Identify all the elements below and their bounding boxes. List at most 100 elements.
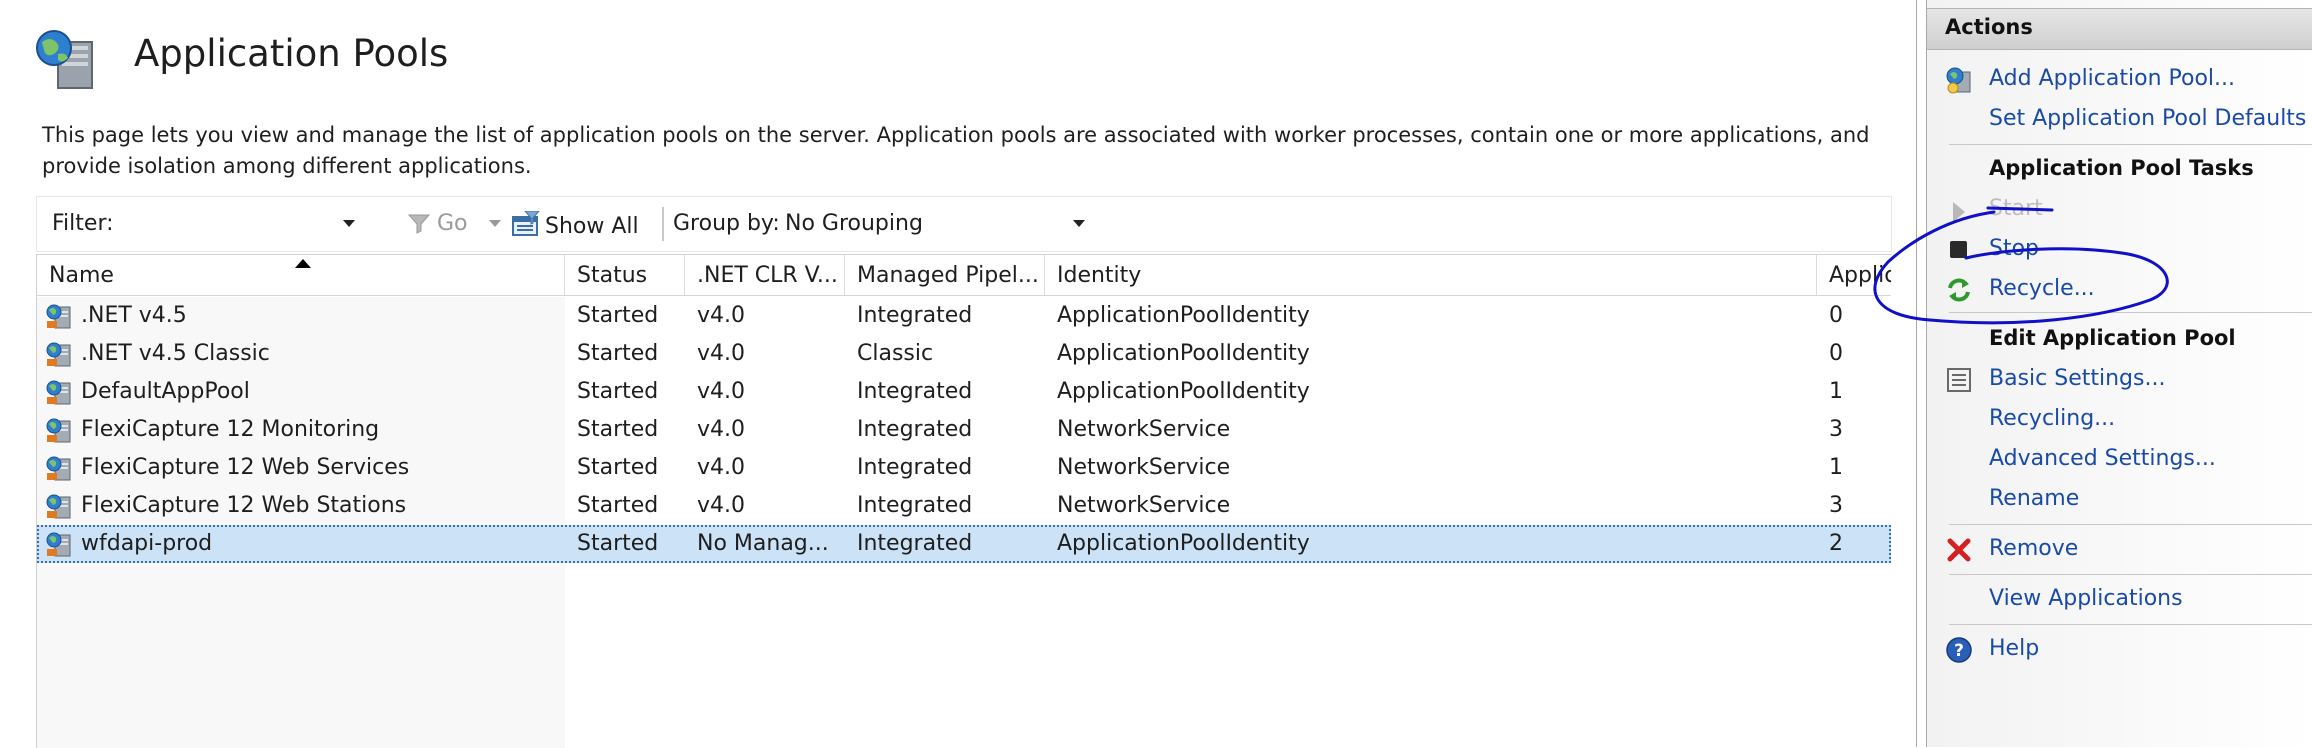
add-application-pool-link[interactable]: Add Application Pool... <box>1989 66 2235 91</box>
list-header: Name Status .NET CLR V... Managed Pipel.… <box>37 255 1891 296</box>
pipeline-cell: Integrated <box>857 417 973 442</box>
rename-link[interactable]: Rename <box>1989 486 2079 511</box>
page-title: Application Pools <box>134 32 449 75</box>
pool-icon <box>46 304 71 329</box>
identity-cell: ApplicationPoolIdentity <box>1057 531 1310 556</box>
pipeline-cell: Integrated <box>857 531 973 556</box>
actions-panel: Actions Add Application Pool... Set Appl… <box>1926 0 2312 747</box>
toolbar-separator <box>662 207 664 241</box>
identity-cell: NetworkService <box>1057 417 1231 442</box>
page-description: This page lets you view and manage the l… <box>42 123 1870 178</box>
clr-version-cell: v4.0 <box>697 455 746 480</box>
go-button[interactable]: Go <box>407 211 468 236</box>
applications-cell: 0 <box>1829 341 1843 366</box>
group-by-dropdown-arrow[interactable] <box>1073 220 1085 227</box>
table-row[interactable]: DefaultAppPool Started v4.0 Integrated A… <box>37 373 1891 411</box>
applications-cell: 3 <box>1829 493 1843 518</box>
remove-icon <box>1947 538 1971 562</box>
identity-cell: ApplicationPoolIdentity <box>1057 303 1310 328</box>
column-header-pipeline[interactable]: Managed Pipel... <box>845 255 1045 295</box>
help-icon: ? <box>1946 637 1972 663</box>
separator <box>1949 312 2312 313</box>
pool-name-cell: FlexiCapture 12 Web Services <box>37 449 565 487</box>
remove-link[interactable]: Remove <box>1989 536 2078 561</box>
filter-label: Filter: <box>52 211 114 236</box>
clr-version-cell: v4.0 <box>697 341 746 366</box>
application-pools-list: Name Status .NET CLR V... Managed Pipel.… <box>36 254 1891 748</box>
svg-text:?: ? <box>1954 641 1964 661</box>
identity-cell: ApplicationPoolIdentity <box>1057 379 1310 404</box>
status-cell: Started <box>577 455 659 480</box>
group-by-label: Group by: <box>673 211 780 236</box>
application-pools-icon <box>36 30 93 89</box>
clr-version-cell: v4.0 <box>697 493 746 518</box>
actions-title: Actions <box>1945 15 2033 39</box>
stop-link[interactable]: Stop <box>1989 236 2039 261</box>
column-header-identity[interactable]: Identity <box>1045 255 1817 295</box>
pool-name-cell: wfdapi-prod <box>37 525 565 563</box>
go-label: Go <box>437 211 468 236</box>
clr-version-cell: v4.0 <box>697 303 746 328</box>
recycling-link[interactable]: Recycling... <box>1989 406 2115 431</box>
pool-icon <box>46 418 71 443</box>
group-by-select[interactable]: No Grouping <box>785 211 1085 236</box>
separator <box>1949 144 2312 145</box>
table-row[interactable]: FlexiCapture 12 Web Stations Started v4.… <box>37 487 1891 525</box>
clr-version-cell: v4.0 <box>697 379 746 404</box>
add-pool-icon <box>1946 67 1971 94</box>
basic-settings-link[interactable]: Basic Settings... <box>1989 366 2165 391</box>
pipeline-cell: Integrated <box>857 455 973 480</box>
clr-version-cell: v4.0 <box>697 417 746 442</box>
recycle-icon <box>1948 278 1970 302</box>
pool-icon <box>46 532 71 557</box>
show-all-button[interactable]: Show All <box>511 210 639 239</box>
filter-input[interactable] <box>149 205 393 243</box>
table-row[interactable]: FlexiCapture 12 Monitoring Started v4.0 … <box>37 411 1891 449</box>
start-icon <box>1953 202 1965 222</box>
basic-settings-icon <box>1947 368 1971 392</box>
pool-icon <box>46 342 71 367</box>
applications-cell: 0 <box>1829 303 1843 328</box>
pipeline-cell: Integrated <box>857 303 973 328</box>
status-cell: Started <box>577 379 659 404</box>
applications-cell: 1 <box>1829 379 1843 404</box>
identity-cell: NetworkService <box>1057 455 1231 480</box>
identity-cell: ApplicationPoolIdentity <box>1057 341 1310 366</box>
column-header-status[interactable]: Status <box>565 255 685 295</box>
view-applications-link[interactable]: View Applications <box>1989 586 2183 611</box>
help-link[interactable]: Help <box>1989 636 2039 661</box>
pipeline-cell: Integrated <box>857 379 973 404</box>
status-cell: Started <box>577 417 659 442</box>
recycle-link[interactable]: Recycle... <box>1989 276 2095 301</box>
pool-name-cell: FlexiCapture 12 Web Stations <box>37 487 565 525</box>
table-row[interactable]: .NET v4.5 Classic Started v4.0 Classic A… <box>37 335 1891 373</box>
pool-icon <box>46 456 71 481</box>
table-row[interactable]: .NET v4.5 Started v4.0 Integrated Applic… <box>37 297 1891 335</box>
go-dropdown-arrow[interactable] <box>489 220 501 227</box>
applications-cell: 2 <box>1829 531 1843 556</box>
main-panel: Application Pools This page lets you vie… <box>0 0 1917 748</box>
column-header-applications[interactable]: Applic <box>1817 255 1891 295</box>
status-cell: Started <box>577 493 659 518</box>
filter-toolbar: Filter: Go Show All Group by: No Groupin… <box>36 196 1892 252</box>
list-rows: .NET v4.5 Started v4.0 Integrated Applic… <box>37 297 1891 563</box>
pool-name-cell: FlexiCapture 12 Monitoring <box>37 411 565 449</box>
pool-icon <box>46 494 71 519</box>
advanced-settings-link[interactable]: Advanced Settings... <box>1989 446 2216 471</box>
filter-dropdown-arrow[interactable] <box>343 220 355 227</box>
application-pool-tasks-heading: Application Pool Tasks <box>1989 156 2254 180</box>
column-header-clr-version[interactable]: .NET CLR V... <box>685 255 845 295</box>
separator <box>1949 524 2312 525</box>
sort-ascending-icon <box>295 259 311 268</box>
start-link[interactable]: Start <box>1989 196 2043 221</box>
edit-application-pool-heading: Edit Application Pool <box>1989 326 2236 350</box>
column-header-name[interactable]: Name <box>37 255 565 295</box>
show-all-label: Show All <box>545 214 639 239</box>
set-application-pool-defaults-link[interactable]: Set Application Pool Defaults <box>1989 106 2306 131</box>
show-all-icon <box>512 210 541 236</box>
table-row-selected[interactable]: wfdapi-prod Started No Manag... Integrat… <box>37 525 1891 563</box>
table-row[interactable]: FlexiCapture 12 Web Services Started v4.… <box>37 449 1891 487</box>
stop-icon <box>1950 241 1967 258</box>
applications-cell: 1 <box>1829 455 1843 480</box>
pool-name-cell: .NET v4.5 Classic <box>37 335 565 373</box>
